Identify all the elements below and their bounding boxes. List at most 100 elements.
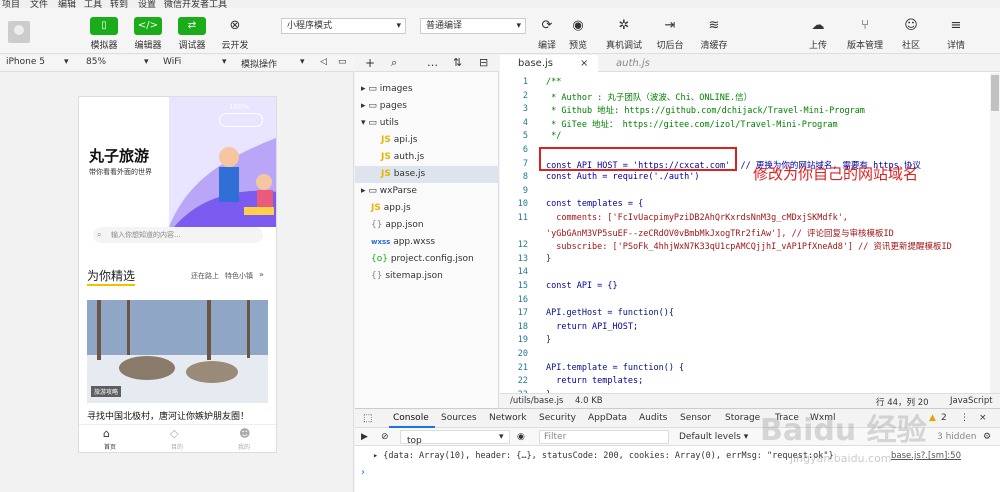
- tab-auth-js[interactable]: auth.js: [598, 55, 688, 72]
- more-vert-icon[interactable]: ⋮: [960, 413, 969, 423]
- tab-sensor[interactable]: Sensor: [680, 413, 711, 423]
- menu-about[interactable]: 微信开发者工具: [164, 0, 227, 8]
- mode-select[interactable]: 小程序模式: [281, 18, 406, 34]
- user-avatar[interactable]: [8, 21, 30, 43]
- context-select[interactable]: top ▾: [400, 430, 510, 446]
- scrollbar-thumb[interactable]: [991, 75, 999, 111]
- compile-button[interactable]: ⟳: [537, 17, 557, 35]
- tab-audits[interactable]: Audits: [639, 413, 667, 423]
- background-button[interactable]: ⇥: [660, 17, 680, 35]
- code-line[interactable]: comments: ['FcIvUacpimyPziDB2AhQrKxrdsNn…: [546, 213, 848, 223]
- code-line[interactable]: * GiTee 地址： https://gitee.com/izol/Trave…: [546, 118, 838, 130]
- close-icon[interactable]: ×: [979, 413, 987, 423]
- code-line[interactable]: * Author : 丸子团队（波波、Chi、ONLINE.信）: [546, 91, 752, 103]
- code-line[interactable]: const API = {}: [546, 281, 618, 291]
- article-title[interactable]: 寻找中国北极村，唐河让你嫉妒朋友圈！: [87, 409, 249, 422]
- tree-file-app-json[interactable]: {} app.json: [371, 220, 424, 230]
- tab-home[interactable]: 首页: [104, 442, 116, 451]
- simulator-toggle-button[interactable]: ▯: [90, 17, 118, 35]
- code-line[interactable]: API.getHost = function(){: [546, 308, 674, 318]
- tree-file-auth-js[interactable]: JS auth.js: [381, 152, 424, 162]
- zoom-select[interactable]: 85%: [86, 57, 106, 67]
- code-line[interactable]: subscribe: ['PSoFk_4hhjWxN7K33qU1cpAMCQj…: [546, 240, 952, 252]
- log-levels-select[interactable]: Default levels ▾: [679, 432, 748, 442]
- editor-toggle-button[interactable]: </>: [134, 17, 162, 35]
- device-select[interactable]: iPhone 5: [6, 57, 45, 67]
- tab-console[interactable]: Console: [393, 413, 429, 423]
- code-line[interactable]: */: [546, 131, 561, 141]
- tab-base-js[interactable]: base.js ×: [500, 55, 598, 72]
- details-button[interactable]: ≡: [946, 17, 966, 35]
- menu-edit[interactable]: 编辑: [58, 0, 76, 8]
- code-line[interactable]: }: [546, 335, 551, 345]
- menu-settings[interactable]: 设置: [138, 0, 156, 8]
- tree-file-base-js[interactable]: JS base.js: [355, 166, 499, 183]
- eye-icon[interactable]: ◉: [517, 432, 525, 442]
- tab-destination[interactable]: 目的: [171, 442, 183, 451]
- tree-folder-images[interactable]: ▸ ▭ images: [361, 84, 413, 94]
- debugger-toggle-button[interactable]: ⇄: [178, 17, 206, 35]
- log-source-link[interactable]: base.js?.[sm]:50: [891, 451, 961, 461]
- tree-file-sitemap-json[interactable]: {} sitemap.json: [371, 271, 443, 281]
- version-button[interactable]: ⑂: [855, 17, 875, 35]
- code-line[interactable]: 'yGbGAnM3VP5suEF--zeCRdOV0vBmbMkJxogTRr2…: [546, 227, 894, 239]
- menu-goto[interactable]: 转到: [110, 0, 128, 8]
- tree-folder-utils[interactable]: ▾ ▭ utils: [361, 118, 399, 128]
- tree-file-project-config[interactable]: {o} project.config.json: [371, 254, 474, 264]
- collapse-icon[interactable]: ⊟: [479, 56, 488, 69]
- capsule-menu-button[interactable]: [219, 113, 263, 127]
- compile-select[interactable]: 普通编译: [420, 18, 526, 34]
- menu-tools[interactable]: 工具: [84, 0, 102, 8]
- window-icon[interactable]: ▭: [338, 57, 347, 67]
- chevron-right-icon[interactable]: »: [259, 270, 264, 279]
- menu-file[interactable]: 文件: [30, 0, 48, 8]
- code-line[interactable]: * Github 地址: https://github.com/dchijack…: [546, 104, 865, 116]
- mute-icon[interactable]: ◁: [320, 57, 327, 67]
- network-select[interactable]: WiFi: [163, 57, 181, 67]
- operation-select[interactable]: 模拟操作: [241, 57, 277, 70]
- tab-network[interactable]: Network: [489, 413, 527, 423]
- tree-file-app-wxss[interactable]: wxss app.wxss: [371, 237, 435, 247]
- gear-icon[interactable]: ⚙: [983, 432, 991, 442]
- search-input[interactable]: 输入你想知道的内容...: [93, 227, 263, 243]
- article-image[interactable]: 旅游攻略: [87, 300, 268, 403]
- code-line[interactable]: return API_HOST;: [546, 322, 638, 332]
- warning-count[interactable]: 2: [941, 413, 947, 423]
- code-line[interactable]: return templates;: [546, 376, 643, 386]
- tree-folder-pages[interactable]: ▸ ▭ pages: [361, 101, 407, 111]
- plus-icon[interactable]: +: [365, 56, 375, 70]
- code-line[interactable]: API.template = function() {: [546, 363, 684, 373]
- editor-scrollbar[interactable]: [990, 73, 1000, 393]
- tab-security[interactable]: Security: [539, 413, 576, 423]
- sort-icon[interactable]: ⇅: [453, 56, 462, 69]
- tree-file-api-js[interactable]: JS api.js: [381, 135, 418, 145]
- upload-button[interactable]: ☁: [808, 17, 828, 35]
- language-mode[interactable]: JavaScript: [950, 396, 993, 406]
- block-icon[interactable]: ⊘: [381, 432, 389, 442]
- code-area[interactable]: 1/** 2 * Author : 丸子团队（波波、Chi、ONLINE.信） 3 …: [500, 73, 1000, 400]
- inspect-icon[interactable]: ⬚: [363, 413, 372, 424]
- tab-sources[interactable]: Sources: [441, 413, 477, 423]
- real-debug-button[interactable]: ✲: [614, 17, 634, 35]
- close-icon[interactable]: ×: [580, 55, 588, 72]
- cloud-dev-button[interactable]: ⊗: [225, 17, 245, 35]
- search-icon[interactable]: ⌕: [391, 56, 397, 70]
- link-on-road[interactable]: 还在路上: [191, 271, 219, 281]
- tree-file-app-js[interactable]: JS app.js: [371, 203, 411, 213]
- code-line[interactable]: }: [546, 254, 551, 264]
- tab-appdata[interactable]: AppData: [588, 413, 627, 423]
- preview-button[interactable]: ◉: [568, 17, 588, 35]
- tab-mine[interactable]: 我的: [238, 442, 250, 451]
- more-icon[interactable]: …: [427, 56, 438, 69]
- code-line[interactable]: const Auth = require('./auth'): [546, 172, 700, 182]
- code-line[interactable]: const templates = {: [546, 199, 643, 209]
- console-input[interactable]: [373, 465, 993, 481]
- menu-project[interactable]: 项目: [2, 0, 20, 8]
- community-button[interactable]: ☺: [901, 17, 921, 35]
- tab-storage[interactable]: Storage: [725, 413, 760, 423]
- play-icon[interactable]: ▶: [361, 432, 368, 442]
- filter-input[interactable]: Filter: [539, 430, 669, 444]
- link-town[interactable]: 特色小镇: [225, 271, 253, 281]
- clear-cache-button[interactable]: ≋: [704, 17, 724, 35]
- code-line[interactable]: /**: [546, 77, 561, 87]
